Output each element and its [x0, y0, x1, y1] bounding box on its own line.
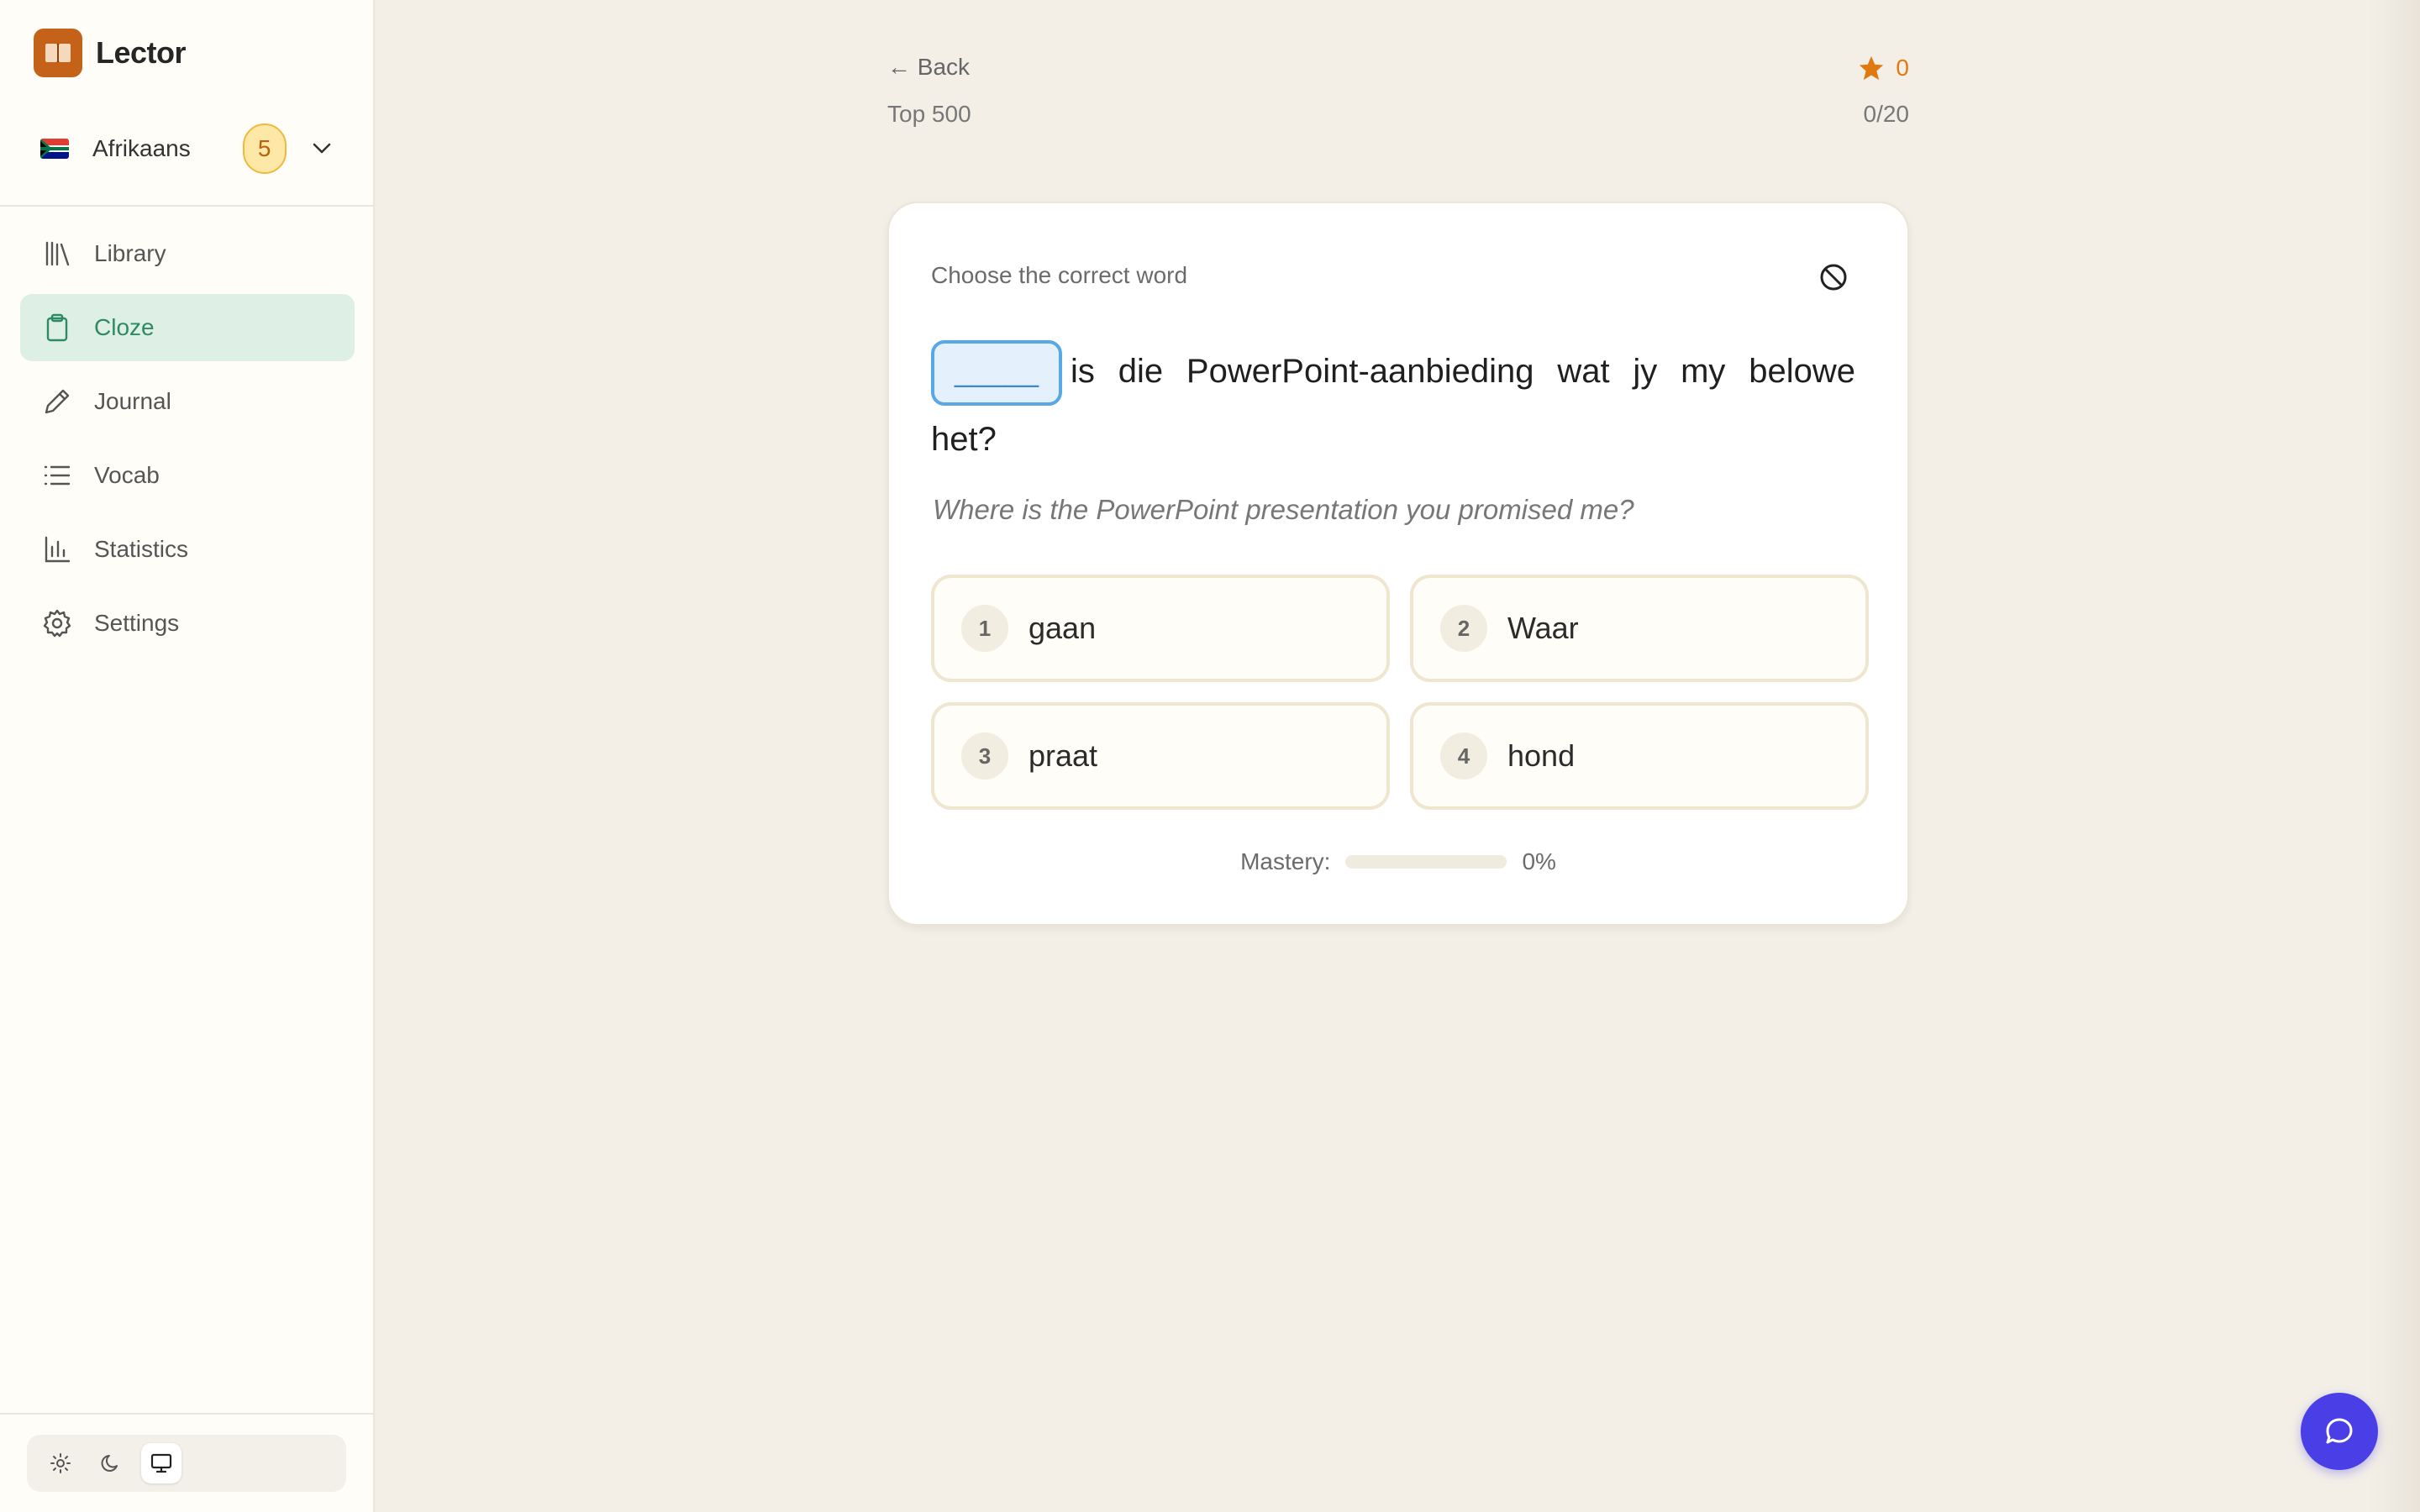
exercise-header: ← Back Top 500 0 0/20	[887, 50, 1909, 143]
instruction-text: Choose the correct word	[931, 262, 1188, 288]
sidebar-item-label: Library	[94, 240, 166, 266]
streak-badge: 5	[242, 123, 287, 174]
sidebar: Lector Afrikaans 5 Library Cloze Journal…	[0, 0, 375, 1512]
language-name: Afrikaans	[92, 135, 191, 161]
sidebar-item-label: Statistics	[94, 536, 189, 562]
sidebar-item-journal[interactable]: Journal	[20, 368, 355, 435]
sidebar-item-vocab[interactable]: Vocab	[20, 442, 355, 509]
option-button[interactable]: 4 hond	[1410, 702, 1869, 810]
sidebar-divider	[0, 1413, 373, 1415]
library-icon	[40, 237, 74, 270]
sidebar-item-label: Journal	[94, 388, 171, 414]
chevron-down-icon[interactable]	[312, 139, 332, 159]
south-africa-flag-icon	[40, 139, 69, 159]
brand[interactable]: Lector	[34, 29, 187, 77]
deck-title: Top 500	[887, 101, 971, 127]
mastery-bar	[1345, 855, 1507, 869]
sidebar-nav: Library Cloze Journal Vocab Statistics S…	[20, 220, 355, 664]
sidebar-item-label: Cloze	[94, 314, 155, 340]
progress-count: 0/20	[1863, 101, 1910, 127]
sidebar-item-library[interactable]: Library	[20, 220, 355, 287]
bar-chart-icon	[40, 533, 74, 566]
score-value: 0	[1896, 55, 1909, 81]
mastery: Mastery: 0%	[889, 848, 1907, 875]
translation-text: Where is the PowerPoint presentation you…	[933, 494, 1634, 525]
option-word: praat	[1028, 738, 1098, 773]
score: 0	[1857, 54, 1909, 82]
cloze-sentence: _____ is die PowerPoint-aanbieding wat jy…	[931, 338, 1855, 473]
star-icon	[1860, 55, 1884, 81]
sun-icon[interactable]	[40, 1443, 81, 1483]
ban-icon[interactable]	[1818, 262, 1849, 292]
option-button[interactable]: 2 Waar	[1410, 575, 1869, 682]
gear-icon	[40, 606, 74, 640]
monitor-icon[interactable]	[141, 1443, 182, 1483]
blank-slot[interactable]: _____	[931, 340, 1062, 407]
sidebar-item-statistics[interactable]: Statistics	[20, 516, 355, 583]
option-number: 3	[961, 732, 1008, 780]
pencil-icon	[40, 385, 74, 418]
sidebar-item-label: Settings	[94, 610, 180, 636]
mastery-label: Mastery:	[1240, 848, 1331, 874]
chat-bubble-icon	[2326, 1418, 2353, 1444]
clipboard-icon	[40, 311, 74, 344]
option-button[interactable]: 1 gaan	[931, 575, 1390, 682]
sentence-text: is die PowerPoint-aanbieding wat jy my b…	[931, 353, 1855, 459]
option-number: 1	[961, 605, 1008, 652]
cloze-card: Choose the correct word _____ is die Powe…	[887, 202, 1909, 926]
sidebar-item-settings[interactable]: Settings	[20, 590, 355, 657]
language-selector[interactable]: Afrikaans 5	[40, 123, 343, 175]
list-icon	[40, 459, 74, 492]
back-link[interactable]: ← Back	[887, 54, 970, 81]
app-name: Lector	[96, 35, 187, 70]
option-number: 4	[1440, 732, 1487, 780]
option-button[interactable]: 3 praat	[931, 702, 1390, 810]
option-word: Waar	[1507, 611, 1579, 645]
book-logo-icon	[34, 29, 82, 77]
sidebar-item-cloze[interactable]: Cloze	[20, 294, 355, 361]
mastery-value: 0%	[1522, 848, 1556, 874]
edge-shade	[2370, 0, 2420, 1512]
sidebar-divider	[0, 205, 373, 207]
option-word: hond	[1507, 738, 1576, 773]
option-number: 2	[1440, 605, 1487, 652]
theme-switcher	[27, 1435, 346, 1492]
option-word: gaan	[1028, 611, 1097, 645]
sidebar-item-label: Vocab	[94, 462, 160, 488]
chat-button[interactable]	[2301, 1393, 2378, 1470]
moon-icon[interactable]	[91, 1443, 131, 1483]
